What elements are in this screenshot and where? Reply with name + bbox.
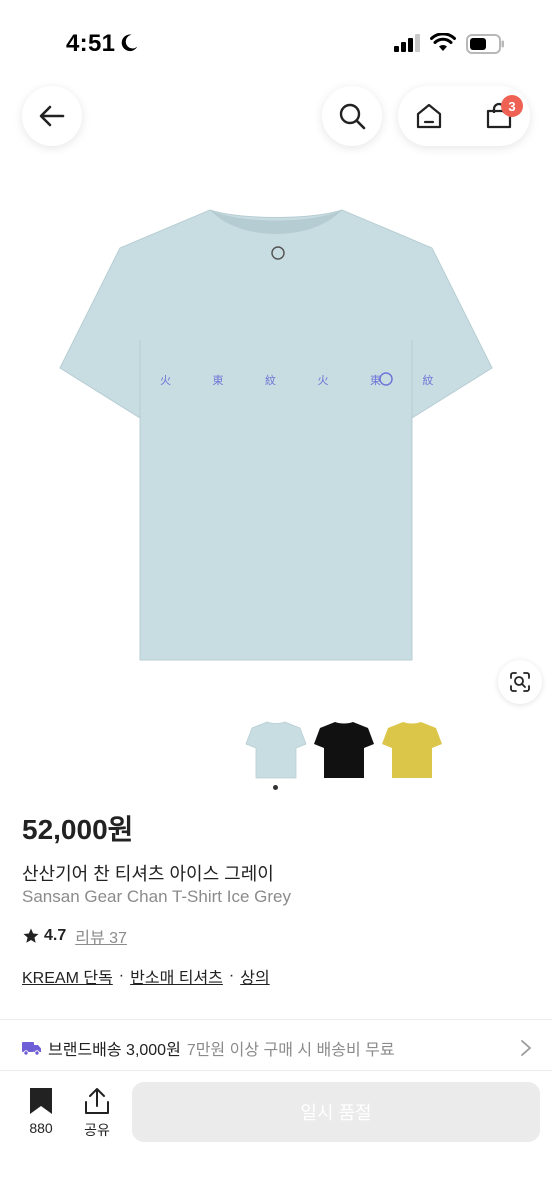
tshirt-body — [59, 209, 493, 661]
bookmark-count: 880 — [29, 1120, 53, 1136]
shipping-info-row[interactable]: 브랜드배송 3,000원 7만원 이상 구매 시 배송비 무료 — [22, 1034, 538, 1062]
share-button[interactable]: 공유 — [74, 1086, 120, 1142]
cellular-signal-icon — [394, 34, 420, 52]
color-thumb-black[interactable] — [312, 716, 376, 782]
bookmark-icon — [30, 1088, 52, 1114]
tag-separator: · — [118, 967, 125, 984]
moon-icon — [121, 34, 138, 52]
chevron-right-icon — [521, 1040, 531, 1056]
thumb-indicator-dot — [273, 785, 278, 790]
product-image[interactable]: 火 東 紋 火 東 紋 — [40, 190, 512, 670]
star-icon — [23, 928, 39, 943]
product-name-en: Sansan Gear Chan T-Shirt Ice Grey — [22, 887, 291, 906]
shipping-condition: 7만원 이상 구매 시 배송비 무료 — [186, 1042, 395, 1059]
home-icon — [416, 103, 442, 129]
status-time: 4:51 — [66, 30, 116, 57]
tag-kream-exclusive[interactable]: KREAM 단독 — [22, 964, 113, 988]
tag-short-sleeve[interactable]: 반소매 티셔츠 — [130, 964, 223, 988]
color-thumb-ice-grey[interactable] — [244, 716, 308, 782]
cart-button[interactable] — [468, 86, 530, 146]
bookmark-button[interactable]: 880 — [18, 1086, 64, 1142]
truck-icon — [22, 1042, 41, 1056]
cart-count-badge: 3 — [501, 95, 523, 117]
tag-separator: · — [228, 967, 235, 984]
battery-icon — [466, 34, 504, 54]
category-tags: KREAM 단독 · 반소매 티셔츠 · 상의 — [22, 964, 270, 988]
product-name-kr: 산산기어 찬 티셔츠 아이스 그레이 — [22, 864, 274, 884]
product-price: 52,000원 — [22, 814, 134, 845]
search-icon — [339, 103, 366, 130]
review-link[interactable]: 리뷰 37 — [75, 924, 127, 948]
home-button[interactable] — [398, 86, 460, 146]
sold-out-button[interactable]: 일시 품절 — [132, 1082, 540, 1142]
shipping-label: 브랜드배송 3,000원 — [48, 1042, 181, 1059]
tag-tops[interactable]: 상의 — [240, 964, 269, 988]
rating-row: 4.7 리뷰 37 — [22, 924, 127, 948]
share-icon — [85, 1088, 109, 1114]
wifi-icon — [430, 33, 456, 51]
arrow-left-icon — [39, 105, 65, 127]
rating-value: 4.7 — [44, 927, 67, 944]
back-button[interactable] — [22, 86, 82, 146]
status-bar: 4:51 — [0, 0, 552, 88]
divider — [0, 1019, 552, 1020]
share-label: 공유 — [84, 1122, 110, 1138]
print-text: 火 東 紋 火 東 紋 — [160, 373, 452, 387]
color-thumb-yellow[interactable] — [380, 716, 444, 782]
camera-lens-icon — [510, 672, 530, 692]
search-button[interactable] — [322, 86, 382, 146]
image-search-button[interactable] — [498, 660, 542, 704]
